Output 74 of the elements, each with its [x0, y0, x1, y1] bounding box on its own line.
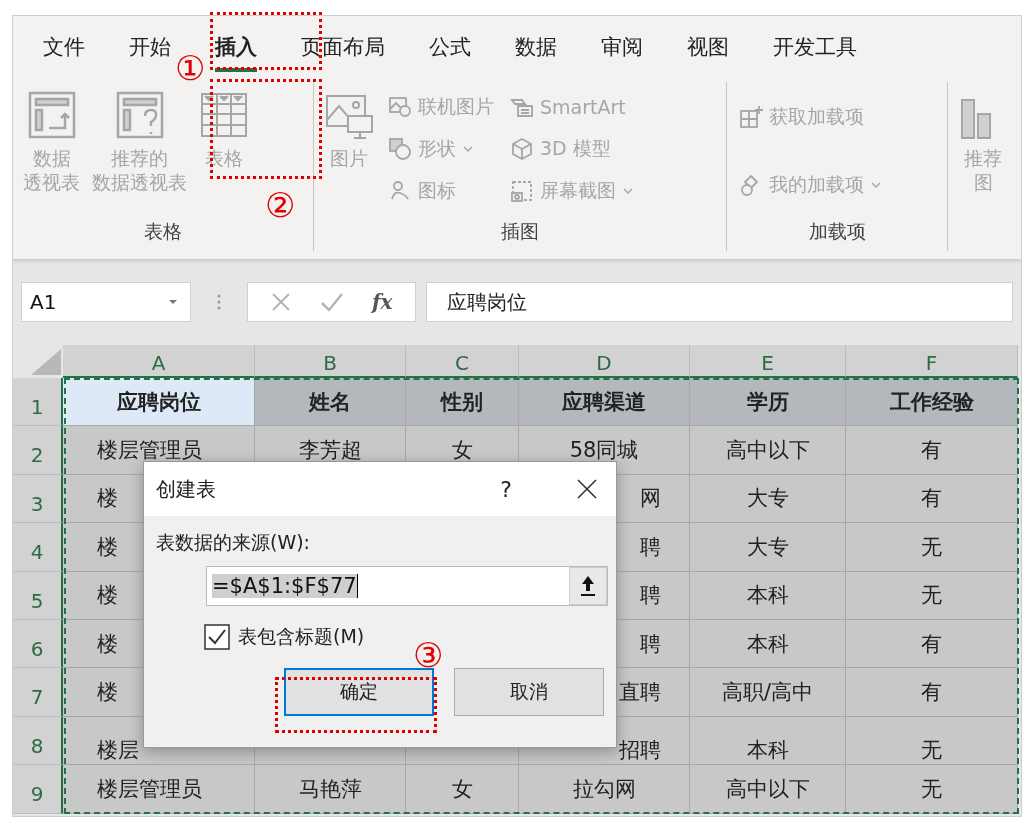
column-header[interactable]: A [63, 345, 255, 378]
table-cell: 本科 [690, 571, 846, 620]
table-cell: 女 [406, 765, 519, 814]
table-cell: 有 [846, 619, 1018, 669]
button-label: 数据 [32, 146, 71, 170]
check-icon[interactable] [320, 291, 344, 313]
table-cell: 本科 [690, 716, 846, 766]
select-all-icon[interactable] [31, 349, 61, 375]
table-cell: 无 [846, 523, 1018, 572]
table-cell: 学历 [690, 378, 846, 427]
button-label: 图 [973, 170, 993, 194]
dialog-title: 创建表 [156, 475, 217, 503]
table-cell: 有 [846, 668, 1018, 717]
row-header[interactable]: 2 [13, 426, 63, 475]
column-header[interactable]: C [406, 345, 519, 378]
row-header[interactable]: 7 [13, 668, 63, 717]
table-cell: 楼层管理员 [63, 765, 255, 814]
table-cell: 拉勾网 [519, 765, 690, 814]
name-box[interactable]: A1 [21, 282, 191, 322]
shapes-icon [388, 137, 412, 161]
table-cell: 有 [846, 426, 1018, 475]
group-label: 加载项 [807, 219, 867, 244]
button-label: 推荐 [964, 146, 1002, 170]
table-cell: 应聘渠道 [519, 378, 690, 427]
column-header[interactable]: B [255, 345, 406, 378]
table-cell: 姓名 [255, 378, 406, 427]
table-cell: 有 [846, 474, 1018, 524]
row-header[interactable]: 5 [13, 571, 63, 620]
row-header[interactable]: 3 [13, 474, 63, 524]
cube-icon [510, 137, 534, 161]
table-cell: 无 [846, 765, 1018, 814]
group-label: 插图 [500, 219, 540, 244]
step-marker: ② [265, 186, 296, 224]
row-header[interactable]: 4 [13, 523, 63, 572]
table-cell: 高职/高中 [690, 668, 846, 717]
button-label: 透视表 [23, 170, 80, 194]
caret-icon [168, 299, 178, 305]
row-header[interactable]: 8 [13, 716, 63, 766]
dialog-button[interactable]: 取消 [454, 668, 604, 716]
close-icon[interactable] [576, 478, 598, 500]
column-header[interactable]: F [846, 345, 1018, 378]
table-cell: 高中以下 [690, 426, 846, 475]
table-cell: 工作经验 [846, 378, 1018, 427]
row-header[interactable]: 1 [13, 378, 63, 427]
table-cell: 高中以下 [690, 765, 846, 814]
table-cell: 无 [846, 571, 1018, 620]
cancel-icon[interactable] [270, 291, 292, 313]
table-cell: 大专 [690, 474, 846, 524]
drag-handle-icon[interactable] [217, 293, 221, 311]
dialog-button[interactable]: 确定 [284, 668, 434, 716]
row-header[interactable]: 9 [13, 765, 63, 814]
column-header[interactable]: E [690, 345, 846, 378]
button-label: 数据透视表 [92, 170, 187, 194]
table-cell: 性别 [406, 378, 519, 427]
row-header[interactable]: 6 [13, 619, 63, 669]
formula-field[interactable]: 应聘岗位 [425, 282, 1013, 322]
table-cell: 应聘岗位 [63, 378, 255, 427]
pivot-table-icon [114, 90, 165, 140]
group-label: 表格 [143, 219, 183, 244]
grid-plus-icon [739, 105, 763, 129]
pivot-table-icon [26, 90, 77, 140]
column-header[interactable]: D [519, 345, 690, 378]
table-cell: 本科 [690, 619, 846, 669]
screenshot-icon [510, 179, 534, 203]
insert-function-button[interactable]: fx [372, 290, 393, 314]
table-cell: 无 [846, 716, 1018, 766]
table-cell: 马艳萍 [255, 765, 406, 814]
button-label: 图片 [330, 146, 368, 170]
help-button[interactable]: ? [500, 476, 512, 502]
picture-globe-icon [388, 95, 412, 119]
checkbox[interactable] [204, 624, 230, 650]
table-icon [199, 90, 249, 140]
button-label: 推荐的 [111, 146, 168, 170]
table-cell: 大专 [690, 523, 846, 572]
